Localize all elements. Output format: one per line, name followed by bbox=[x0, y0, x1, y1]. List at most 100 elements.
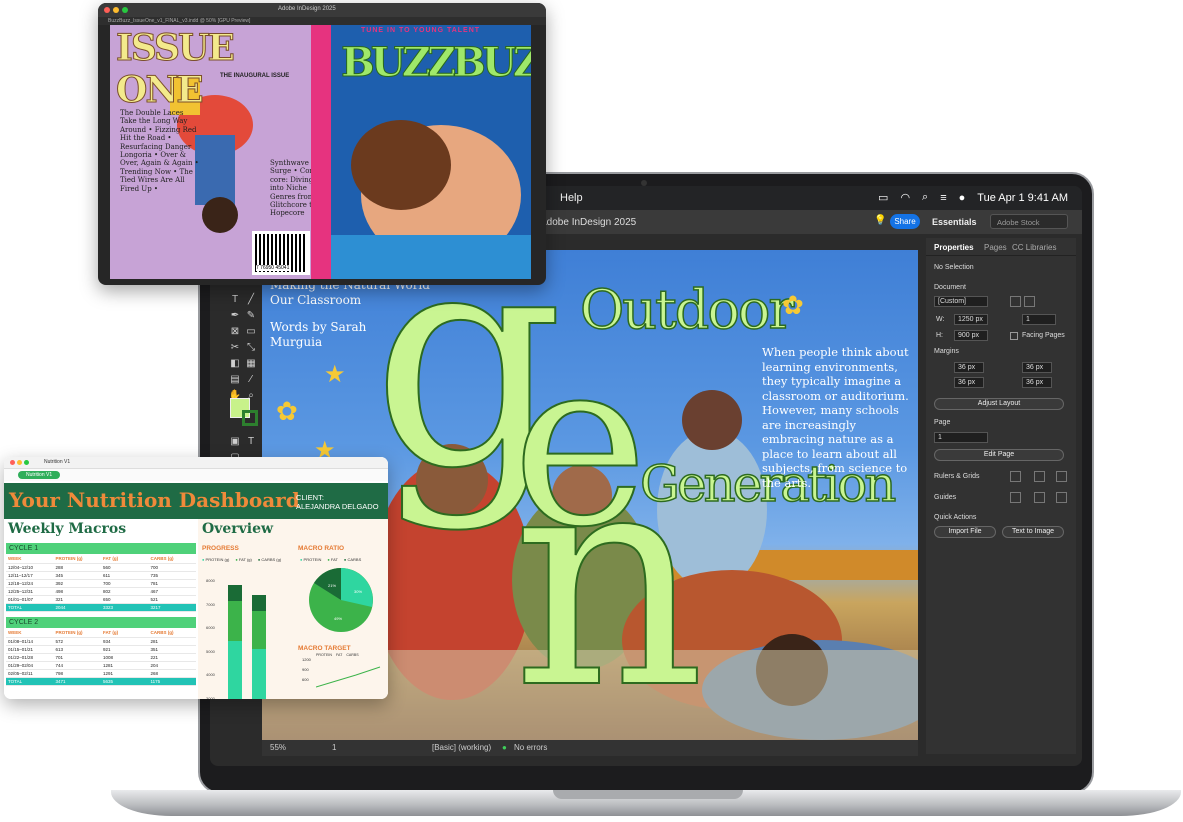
article-body-text[interactable]: When people think about learning environ… bbox=[762, 345, 918, 490]
margin-top-input[interactable]: 36 px bbox=[954, 362, 984, 373]
workspace-switcher[interactable]: Essentials bbox=[932, 217, 977, 227]
table-row[interactable]: 12/25–12/31 498 802 467 bbox=[6, 587, 196, 596]
wifi-icon[interactable]: ◠ bbox=[900, 191, 910, 204]
search-icon[interactable]: ⌕ bbox=[922, 191, 928, 204]
line-tool-icon[interactable]: ╱ bbox=[244, 294, 258, 305]
numbers-window[interactable]: Nutrition V1 Nutrition V1 Your Nutrition… bbox=[4, 457, 388, 699]
stroke-color-swatch[interactable] bbox=[242, 410, 258, 426]
indesign-window[interactable]: Adobe InDesign 2025 BuzzBuzz_IssueOne_v1… bbox=[98, 3, 546, 285]
headline-outdoor[interactable]: Outdoor bbox=[579, 277, 795, 342]
baseline-grid-icon[interactable] bbox=[1034, 471, 1045, 482]
cycle2-table[interactable]: WEEK PROTEIN (g) FAT (g) CARBS (g) 01/08–01… bbox=[6, 629, 196, 686]
import-file-button[interactable]: Import File bbox=[934, 526, 996, 538]
landscape-orientation-icon[interactable] bbox=[1024, 296, 1035, 307]
share-button[interactable]: Share bbox=[890, 214, 920, 229]
table-row[interactable]: 01/29–02/04 744 1281 204 bbox=[6, 661, 196, 670]
pen-tool-icon[interactable]: ✒ bbox=[228, 310, 242, 321]
pencil-tool-icon[interactable]: ✎ bbox=[244, 310, 258, 321]
overview-heading[interactable]: Overview bbox=[202, 521, 273, 537]
zoom-level[interactable]: 55% bbox=[270, 743, 286, 752]
page-number-field[interactable]: 1 bbox=[332, 743, 336, 752]
type-tool-icon[interactable]: T bbox=[228, 294, 242, 305]
edit-page-button[interactable]: Edit Page bbox=[934, 449, 1064, 461]
formatting-affects-container-icon[interactable]: ▣ bbox=[228, 436, 242, 447]
table-row[interactable]: 01/22–01/28 701 1008 221 bbox=[6, 653, 196, 662]
window-titlebar[interactable]: Adobe InDesign 2025 bbox=[98, 3, 546, 17]
smart-guides-icon[interactable] bbox=[1056, 492, 1067, 503]
tab-properties[interactable]: Properties bbox=[934, 243, 974, 252]
table-row[interactable]: 01/15–01/21 613 921 351 bbox=[6, 645, 196, 654]
table-row[interactable]: 01/08–01/14 572 934 281 bbox=[6, 637, 196, 646]
portrait-orientation-icon[interactable] bbox=[1010, 296, 1021, 307]
menu-help[interactable]: Help bbox=[560, 192, 583, 204]
eyedropper-tool-icon[interactable]: ⁄ bbox=[244, 374, 258, 385]
gradient-tool-icon[interactable]: ◧ bbox=[228, 358, 242, 369]
close-window-icon[interactable] bbox=[104, 7, 110, 13]
note-tool-icon[interactable]: ▤ bbox=[228, 374, 242, 385]
magazine-front-cover[interactable]: TUNE IN TO YOUNG TALENT BUZZBUZZ bbox=[331, 25, 531, 279]
pages-count-input[interactable]: 1 bbox=[1022, 314, 1056, 325]
buzzbuzz-title[interactable]: BUZZBUZZ bbox=[340, 39, 531, 87]
table-total-row[interactable]: TOTAL 2044 3323 3217 bbox=[6, 603, 196, 612]
magazine-back-cover[interactable]: ISSUE ONE THE INAUGURAL ISSUE The Double… bbox=[110, 25, 322, 279]
progress-bar-chart[interactable] bbox=[224, 579, 284, 699]
cover-lines-left[interactable]: The Double Laces Take the Long Way Aroun… bbox=[120, 109, 200, 193]
margin-bottom-input[interactable]: 36 px bbox=[954, 377, 984, 388]
close-window-icon[interactable] bbox=[10, 460, 15, 465]
tune-in-label[interactable]: TUNE IN TO YOUNG TALENT bbox=[361, 27, 480, 34]
control-center-icon[interactable]: ≡ bbox=[940, 192, 946, 204]
adjust-layout-button[interactable]: Adjust Layout bbox=[934, 398, 1064, 410]
client-block[interactable]: CLIENT: ALEJANDRA DELGADO bbox=[296, 493, 379, 511]
guides-lock-icon[interactable] bbox=[1034, 492, 1045, 503]
macro-target-line-chart[interactable] bbox=[316, 661, 382, 691]
zoom-window-icon[interactable] bbox=[122, 7, 128, 13]
menubar-clock[interactable]: Tue Apr 1 9:41 AM bbox=[977, 192, 1068, 204]
formatting-affects-text-icon[interactable]: T bbox=[244, 436, 258, 447]
table-row[interactable]: 12/04–12/10 288 560 700 bbox=[6, 563, 196, 572]
cycle1-table[interactable]: WEEK PROTEIN (g) FAT (g) CARBS (g) 12/04–12… bbox=[6, 555, 196, 612]
page-select[interactable]: 1 bbox=[934, 432, 988, 443]
issue-one-title[interactable]: ISSUE ONE bbox=[116, 27, 322, 112]
transform-tool-icon[interactable]: ⤡ bbox=[244, 342, 258, 353]
dashboard-title[interactable]: Your Nutrition Dashboard bbox=[9, 488, 300, 512]
margin-left-input[interactable]: 36 px bbox=[1022, 362, 1052, 373]
document-preset-select[interactable]: [Custom] bbox=[934, 296, 988, 307]
table-row[interactable]: 02/05–02/11 798 1291 268 bbox=[6, 669, 196, 678]
tab-cc-libraries[interactable]: CC Libraries bbox=[1012, 243, 1056, 252]
lightbulb-icon[interactable]: 💡 bbox=[874, 215, 886, 226]
document-grid-icon[interactable] bbox=[1056, 471, 1067, 482]
siri-icon[interactable]: ● bbox=[959, 192, 966, 204]
facing-pages-checkbox[interactable] bbox=[1010, 332, 1018, 340]
zoom-window-icon[interactable] bbox=[24, 460, 29, 465]
ruler-icon[interactable] bbox=[1010, 471, 1021, 482]
weekly-macros-heading[interactable]: Weekly Macros bbox=[8, 521, 126, 537]
gradient-feather-tool-icon[interactable]: ▦ bbox=[244, 358, 258, 369]
preflight-errors[interactable]: No errors bbox=[514, 743, 547, 752]
stock-search-input[interactable]: Adobe Stock bbox=[990, 214, 1068, 229]
scissors-tool-icon[interactable]: ✂ bbox=[228, 342, 242, 353]
table-row[interactable]: 12/18–12/24 392 700 781 bbox=[6, 579, 196, 588]
table-total-row[interactable]: TOTAL 3471 5635 1175 bbox=[6, 677, 196, 686]
tab-pages[interactable]: Pages bbox=[984, 243, 1007, 252]
battery-icon[interactable]: ▭ bbox=[878, 191, 888, 204]
article-byline[interactable]: Words by Sarah Murguia bbox=[270, 320, 390, 350]
text-to-image-button[interactable]: Text to Image bbox=[1002, 526, 1064, 538]
magazine-spine[interactable] bbox=[311, 25, 331, 279]
cycle1-bar[interactable]: CYCLE 1 bbox=[6, 543, 196, 554]
macro-ratio-pie-chart[interactable]: 21% 30% 49% bbox=[306, 565, 376, 635]
preflight-profile[interactable]: [Basic] (working) bbox=[432, 743, 491, 752]
cycle2-bar[interactable]: CYCLE 2 bbox=[6, 617, 196, 628]
inaugural-label[interactable]: THE INAUGURAL ISSUE bbox=[220, 73, 289, 79]
height-input[interactable]: 900 px bbox=[954, 330, 988, 341]
guides-show-icon[interactable] bbox=[1010, 492, 1021, 503]
minimize-window-icon[interactable] bbox=[17, 460, 22, 465]
minimize-window-icon[interactable] bbox=[113, 7, 119, 13]
margin-right-input[interactable]: 36 px bbox=[1022, 377, 1052, 388]
frame-tool-icon[interactable]: ⊠ bbox=[228, 326, 242, 337]
sheet-tab-nutrition[interactable]: Nutrition V1 bbox=[18, 471, 61, 479]
table-row[interactable]: 01/01–01/07 321 650 521 bbox=[6, 595, 196, 604]
document-tab[interactable]: BuzzBuzz_IssueOne_v1_FINAL_v3.indd @ 50%… bbox=[98, 17, 546, 25]
rectangle-tool-icon[interactable]: ▭ bbox=[244, 326, 258, 337]
table-row[interactable]: 12/11–12/17 345 611 735 bbox=[6, 571, 196, 580]
width-input[interactable]: 1250 px bbox=[954, 314, 988, 325]
